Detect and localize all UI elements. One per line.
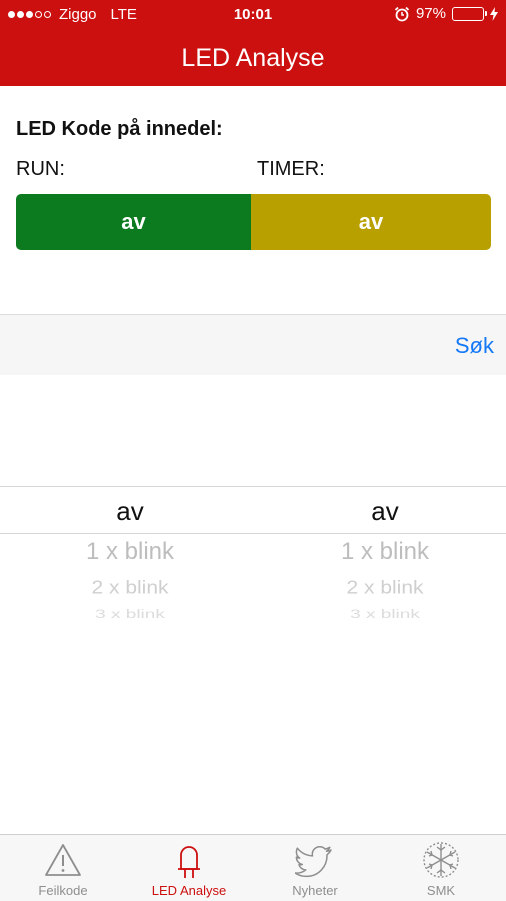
status-bar: Ziggo LTE 10:01 97% — [0, 0, 506, 30]
led-picker[interactable]: av 1 x blink 2 x blink 3 x blink av 1 x … — [0, 486, 506, 646]
snowflake-icon — [423, 842, 459, 878]
battery-icon — [452, 6, 487, 21]
battery-percent: 97% — [415, 5, 446, 22]
alarm-icon — [394, 6, 410, 21]
run-picker-option[interactable]: 2 x blink — [45, 577, 215, 599]
run-label: RUN: — [16, 158, 65, 180]
twitter-bird-icon — [295, 846, 332, 878]
page-title: LED Analyse — [181, 44, 325, 72]
tab-label: SMK — [426, 883, 456, 898]
run-picker-selected[interactable]: av — [45, 496, 215, 527]
timer-label: TIMER: — [257, 158, 325, 180]
tab-nyheter[interactable]: Nyheter — [252, 835, 378, 901]
status-right: 97% — [394, 5, 498, 22]
search-button[interactable]: Søk — [455, 333, 494, 359]
timer-picker-option[interactable]: 2 x blink — [300, 577, 470, 599]
run-picker-option[interactable]: 3 x blink — [45, 608, 215, 622]
tab-label: LED Analyse — [151, 883, 227, 898]
run-led-value: av — [121, 209, 146, 234]
search-toolbar: Søk — [0, 314, 506, 375]
picker-selection-bottom-line — [0, 533, 506, 534]
timer-picker-option[interactable]: 3 x blink — [300, 608, 470, 622]
warning-triangle-icon — [45, 844, 81, 876]
tab-smk[interactable]: SMK — [378, 835, 504, 901]
picker-selection-top-line — [0, 486, 506, 487]
timer-picker-selected[interactable]: av — [300, 496, 470, 527]
tab-bar: Feilkode LED Analyse Nyheter SMK — [0, 834, 506, 901]
tab-feilkode[interactable]: Feilkode — [0, 835, 126, 901]
tab-led-analyse[interactable]: LED Analyse — [126, 835, 252, 901]
run-picker-option[interactable]: 1 x blink — [45, 538, 215, 566]
run-led-indicator: av — [16, 194, 251, 250]
led-bulb-icon — [178, 846, 200, 878]
nav-bar: LED Analyse — [0, 30, 506, 86]
tab-label: Feilkode — [38, 883, 88, 898]
led-indicator-bar: av av — [16, 194, 491, 250]
led-code-heading: LED Kode på innedel: — [16, 118, 223, 140]
timer-picker-option[interactable]: 1 x blink — [300, 538, 470, 566]
tab-label: Nyheter — [292, 883, 338, 898]
timer-led-value: av — [358, 209, 384, 234]
timer-led-indicator: av — [251, 194, 491, 250]
charging-bolt-icon — [490, 6, 498, 21]
